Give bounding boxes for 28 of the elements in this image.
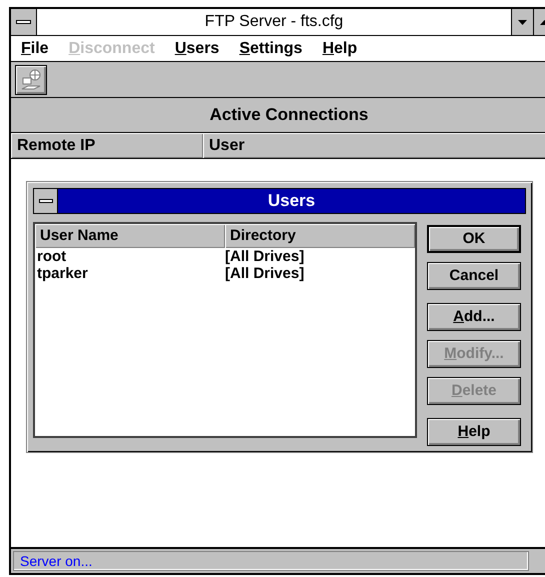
minus-icon <box>38 199 52 203</box>
dialog-button[interactable]: OK <box>427 225 521 253</box>
panel-header: Active Connections <box>11 98 545 133</box>
table-cell-text: [All Drives] <box>225 248 306 265</box>
toolbar-button[interactable] <box>15 64 47 94</box>
menu-item[interactable]: Settings <box>239 36 302 60</box>
column-header[interactable]: User <box>203 133 545 158</box>
column-header[interactable]: User Name <box>35 224 225 248</box>
table-cell-text: tparker <box>36 265 89 282</box>
dialog-title: Users <box>58 189 525 213</box>
table-cell-text: [All Drives] <box>225 265 306 282</box>
down-arrow-icon <box>518 20 527 24</box>
column-header[interactable]: Remote IP <box>11 133 203 158</box>
dialog-button[interactable]: Help <box>427 418 521 446</box>
minimize-button[interactable] <box>511 9 533 35</box>
system-menu-button[interactable] <box>11 9 37 35</box>
network-computer-icon <box>20 68 42 90</box>
menu-item[interactable]: Users <box>174 36 220 60</box>
dialog-button[interactable]: Cancel <box>427 262 521 290</box>
users-list[interactable]: User Name Directory root [All Drives] tparker [All Drives] <box>33 222 417 438</box>
menu-item[interactable]: Help <box>322 36 358 60</box>
status-bar: Server on... <box>13 551 529 571</box>
table-cell-text: root <box>36 248 68 265</box>
minus-icon <box>16 20 31 24</box>
column-header[interactable]: Directory <box>225 224 415 248</box>
menu-item[interactable]: File <box>21 36 49 60</box>
window-title: FTP Server - fts.cfg <box>204 12 344 32</box>
dialog-button[interactable]: Add... <box>427 303 521 331</box>
